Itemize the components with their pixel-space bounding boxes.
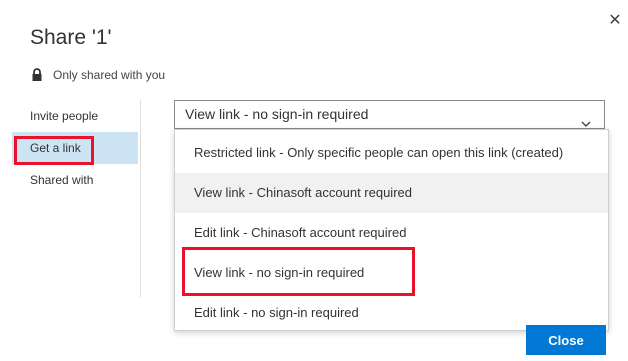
nav-item-get-a-link[interactable]: Get a link [12, 132, 138, 164]
close-icon[interactable]: ✕ [605, 11, 625, 31]
link-type-select[interactable]: View link - no sign-in required [174, 100, 605, 129]
link-type-select-value: View link - no sign-in required [185, 106, 369, 122]
link-type-dropdown: Restricted link - Only specific people c… [174, 129, 609, 331]
chevron-down-icon [581, 110, 591, 127]
sharing-status: Only shared with you [30, 66, 165, 84]
dialog-title: Share '1' [30, 26, 112, 49]
sharing-status-text: Only shared with you [53, 68, 166, 82]
option-edit-link-account-required[interactable]: Edit link - Chinasoft account required [175, 213, 608, 253]
option-view-link-no-sign-in[interactable]: View link - no sign-in required [175, 253, 608, 293]
close-button[interactable]: Close [526, 325, 606, 355]
nav-item-invite-people[interactable]: Invite people [12, 100, 138, 132]
option-restricted-link[interactable]: Restricted link - Only specific people c… [175, 133, 608, 173]
share-nav: Invite people Get a link Shared with [12, 100, 138, 296]
option-view-link-account-required[interactable]: View link - Chinasoft account required [175, 173, 608, 213]
nav-item-shared-with[interactable]: Shared with [12, 164, 138, 196]
nav-divider [140, 100, 141, 298]
lock-icon [30, 67, 44, 83]
